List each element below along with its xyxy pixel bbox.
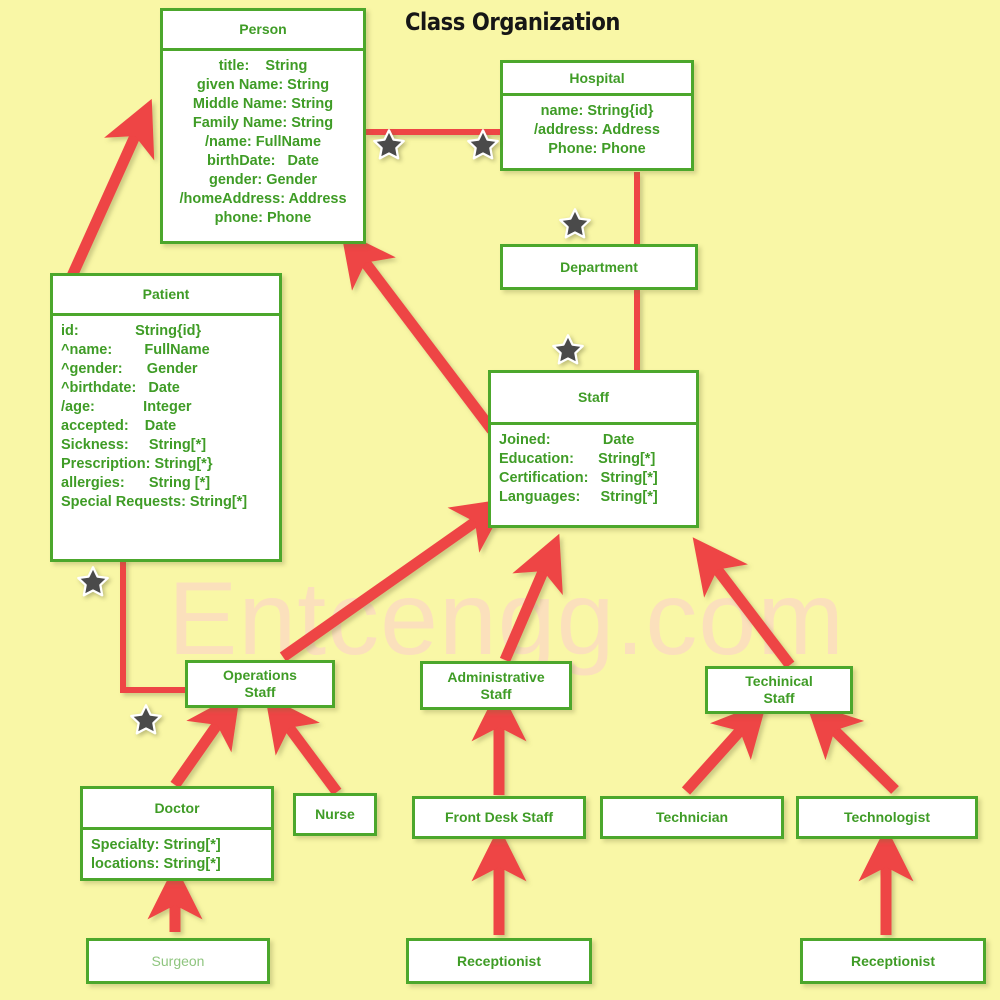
class-box-receptionist-admin[interactable]: Receptionist [406, 938, 592, 984]
class-attributes-hospital: name: String{id} /address: Address Phone: … [503, 96, 691, 168]
link-operations-staff [279, 498, 509, 662]
attribute-row: /address: Address [534, 122, 660, 138]
class-attributes-doctor: Specialty: String[*] locations: String[*] [83, 830, 271, 878]
class-box-operations-staff[interactable]: Operations Staff [185, 660, 335, 708]
attribute-row: /homeAddress: Address [179, 191, 347, 207]
star-icon [373, 129, 405, 160]
attribute-row: given Name: String [196, 77, 330, 93]
attribute-row: gender: Gender [209, 172, 317, 188]
link-administrative-staff [499, 533, 563, 663]
class-box-nurse[interactable]: Nurse [293, 793, 377, 836]
class-box-technologist[interactable]: Technologist [796, 796, 978, 839]
link-patient-person [66, 98, 155, 279]
class-box-staff[interactable]: Staff Joined: Date Education: String[*] Ce… [488, 370, 699, 528]
class-name-receptionist-admin: Receptionist [409, 941, 589, 981]
class-box-receptionist-tech[interactable]: Receptionist [800, 938, 986, 984]
link-nurse-operations [264, 695, 342, 796]
attribute-row: id: String{id} [61, 323, 202, 339]
attribute-row: title: String [218, 58, 308, 74]
attribute-row: ^name: FullName [61, 342, 210, 358]
class-box-front-desk-staff[interactable]: Front Desk Staff [412, 796, 586, 839]
class-name-technologist: Technologist [799, 799, 975, 836]
class-box-administrative-staff[interactable]: Administrative Staff [420, 661, 572, 710]
attribute-row: Education: String[*] [499, 451, 656, 467]
page-title: Class Organization [405, 8, 621, 36]
diagram-canvas: Entcengg.com Class Organization Person t… [0, 0, 1000, 1000]
attribute-row: phone: Phone [214, 210, 312, 226]
class-name-surgeon: Surgeon [89, 941, 267, 981]
class-name-person: Person [163, 11, 363, 51]
star-icon [130, 704, 162, 735]
attribute-row: name: String{id} [540, 103, 654, 119]
class-box-technician[interactable]: Technician [600, 796, 784, 839]
class-name-department: Department [503, 247, 695, 287]
attribute-row: /name: FullName [204, 134, 322, 150]
class-attributes-staff: Joined: Date Education: String[*] Certific… [491, 425, 696, 525]
attribute-row: Joined: Date [499, 432, 635, 448]
class-attributes-person: title: String given Name: String Middle Na… [163, 51, 363, 241]
attribute-row: Special Requests: String[*] [61, 494, 248, 510]
class-box-person[interactable]: Person title: String given Name: String Mi… [160, 8, 366, 244]
star-icon [77, 566, 109, 597]
star-icon [467, 129, 499, 160]
class-name-receptionist-tech: Receptionist [803, 941, 983, 981]
link-technical-staff [692, 537, 795, 669]
attribute-row: ^birthdate: Date [61, 380, 180, 396]
attribute-row: accepted: Date [61, 418, 177, 434]
class-attributes-patient: id: String{id} ^name: FullName ^gender: Ge… [53, 316, 279, 559]
star-icon [559, 208, 591, 239]
link-doctor-operations [170, 691, 241, 789]
class-box-patient[interactable]: Patient id: String{id} ^name: FullName ^ge… [50, 273, 282, 562]
attribute-row: Prescription: String[*} [61, 456, 213, 472]
attribute-row: Phone: Phone [548, 141, 646, 157]
class-name-front-desk-staff: Front Desk Staff [415, 799, 583, 836]
link-technologist-technical [805, 701, 899, 794]
star-icon [552, 334, 584, 365]
class-box-technical-staff[interactable]: Techinical Staff [705, 666, 853, 714]
attribute-row: allergies: String [*] [61, 475, 211, 491]
class-name-nurse: Nurse [296, 796, 374, 833]
attribute-row: Family Name: String [192, 115, 334, 131]
attribute-row: birthDate: Date [207, 153, 319, 169]
attribute-row: Sickness: String[*] [61, 437, 207, 453]
class-name-patient: Patient [53, 276, 279, 316]
class-box-hospital[interactable]: Hospital name: String{id} /address: Addre… [500, 60, 694, 171]
class-name-administrative-staff: Administrative Staff [423, 664, 569, 707]
class-name-doctor: Doctor [83, 789, 271, 830]
link-technician-technical [681, 700, 768, 795]
attribute-row: /age: Integer [61, 399, 192, 415]
attribute-row: locations: String[*] [91, 856, 221, 872]
attribute-row: ^gender: Gender [61, 361, 198, 377]
class-name-operations-staff: Operations Staff [188, 663, 332, 705]
attribute-row: Middle Name: String [192, 96, 334, 112]
class-name-staff: Staff [491, 373, 696, 425]
attribute-row: Certification: String[*] [499, 470, 658, 486]
class-box-surgeon[interactable]: Surgeon [86, 938, 270, 984]
class-box-doctor[interactable]: Doctor Specialty: String[*] locations: St… [80, 786, 274, 881]
class-name-technical-staff: Techinical Staff [708, 669, 850, 711]
attribute-row: Languages: String[*] [499, 489, 658, 505]
attribute-row: Specialty: String[*] [91, 837, 221, 853]
class-name-technician: Technician [603, 799, 781, 836]
link-patient-operations [120, 558, 185, 693]
class-box-department[interactable]: Department [500, 244, 698, 290]
class-name-hospital: Hospital [503, 63, 691, 96]
link-staff-person [340, 230, 497, 434]
